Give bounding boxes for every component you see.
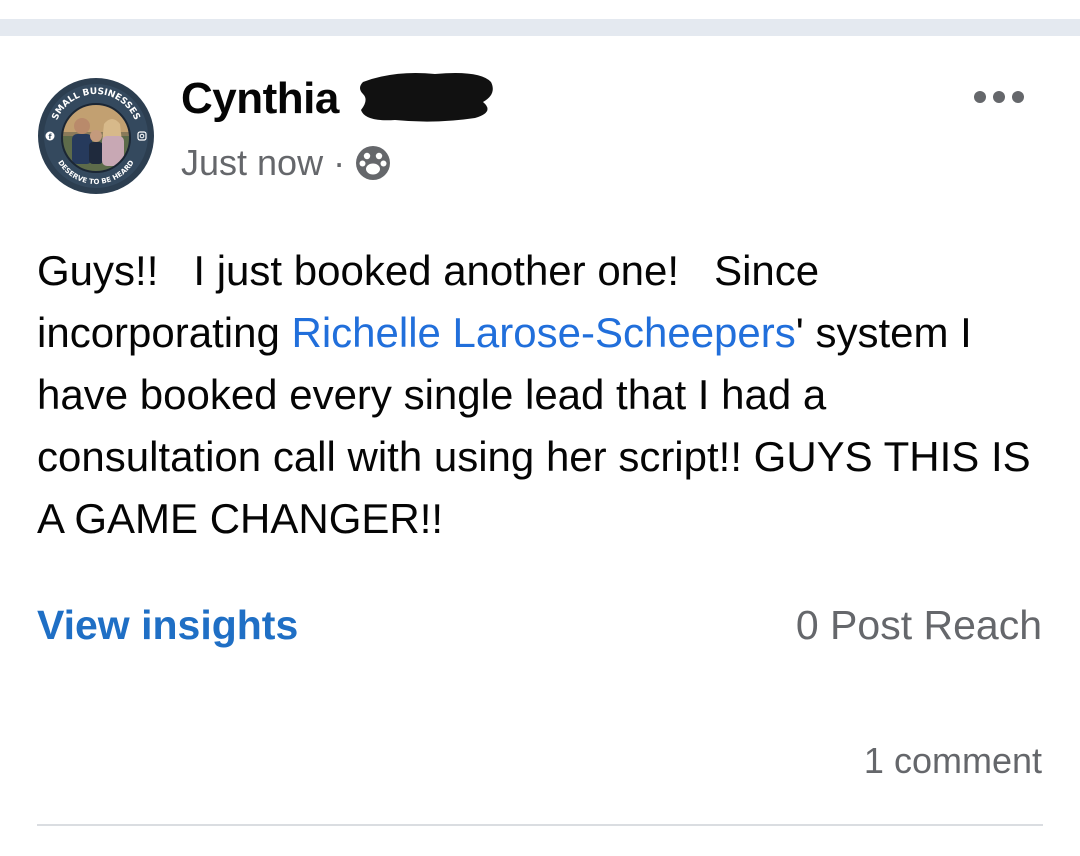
author-name[interactable]: Cynthia (181, 74, 339, 124)
author-avatar[interactable]: SMALL BUSINESSES DESERVE TO BE HEARD f (36, 76, 156, 196)
more-icon (974, 91, 1024, 103)
more-options-button[interactable] (968, 82, 1030, 112)
mention-link[interactable]: Richelle Larose-Scheepers (291, 309, 795, 356)
post-card: SMALL BUSINESSES DESERVE TO BE HEARD f C… (0, 36, 1080, 856)
post-timestamp[interactable]: Just now (181, 142, 323, 184)
meta-separator: · (333, 142, 346, 183)
comment-count-link[interactable]: 1 comment (864, 740, 1042, 782)
feed-divider-bar (0, 19, 1080, 36)
view-insights-link[interactable]: View insights (37, 602, 298, 649)
group-icon (356, 146, 391, 180)
feed-divider (0, 0, 1080, 38)
post-divider (37, 824, 1043, 826)
post-meta: Just now · (181, 142, 391, 184)
post-body: Guys!! I just booked another one! Since … (37, 240, 1047, 550)
redaction-scribble (360, 73, 493, 122)
post-reach-count: 0 Post Reach (795, 602, 1042, 648)
